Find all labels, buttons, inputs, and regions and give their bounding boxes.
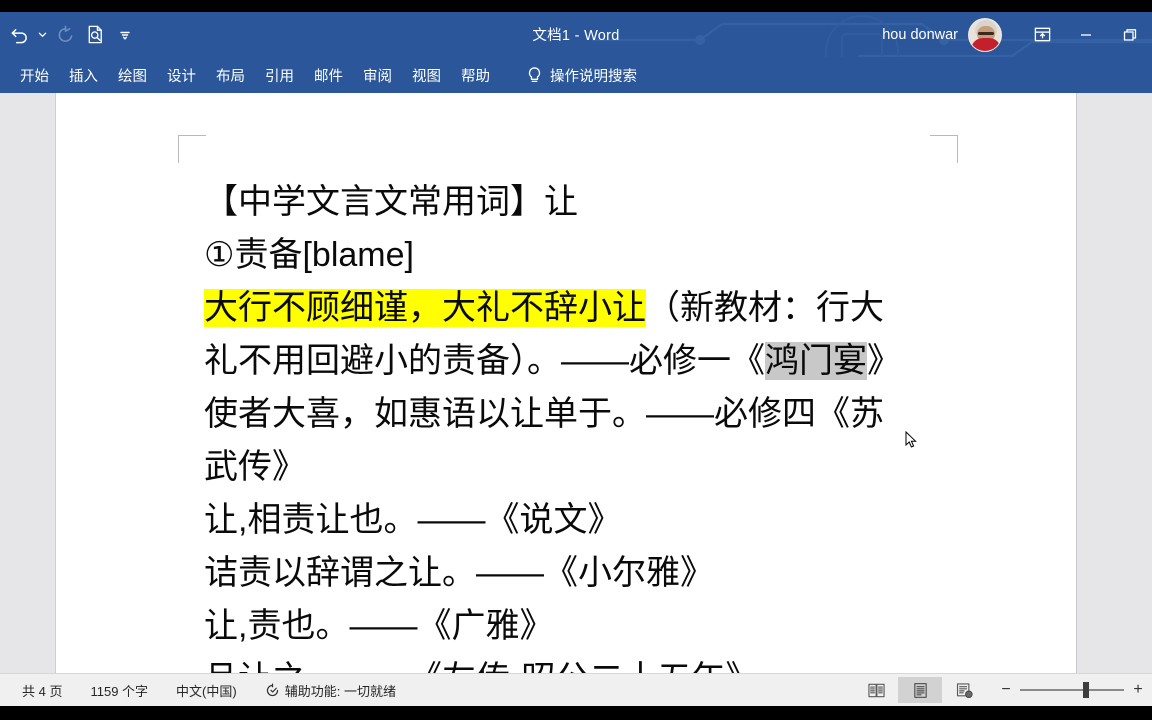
zoom-in-button[interactable]: + bbox=[1132, 682, 1144, 698]
text-run: 让,责也。——《广雅》 bbox=[204, 607, 554, 645]
quick-access-toolbar bbox=[0, 12, 140, 57]
customize-quick-access-toolbar-icon bbox=[120, 31, 130, 40]
tab-insert[interactable]: 插入 bbox=[59, 57, 108, 93]
document-text-body[interactable]: 【中学文言文常用词】让 ①责备[blame] 大行不顾细谨，大礼不辞小让（新教材… bbox=[204, 176, 964, 673]
text-run: 且让之。——《左传·昭公二十五年》 bbox=[204, 660, 759, 673]
tab-mailings[interactable]: 邮件 bbox=[304, 57, 353, 93]
text-run: 诘责以辞谓之让。——《小尔雅》 bbox=[204, 554, 714, 592]
tab-layout[interactable]: 布局 bbox=[206, 57, 255, 93]
text-boundary-corner-top-left bbox=[178, 135, 206, 163]
tell-me-search[interactable]: 操作说明搜索 bbox=[526, 65, 637, 86]
status-bar-left: 共 4 页 1159 个字 中文(中国) 辅助功能: 一切就绪 bbox=[0, 681, 410, 700]
document-line: 武传》 bbox=[204, 441, 964, 494]
restore-down-button[interactable] bbox=[1108, 12, 1152, 57]
minimize-icon bbox=[1081, 33, 1091, 36]
tab-help[interactable]: 帮助 bbox=[451, 57, 500, 93]
zoom-slider-thumb[interactable] bbox=[1083, 682, 1089, 698]
zoom-slider-track[interactable] bbox=[1020, 682, 1124, 698]
account-and-window-controls: hou donwar bbox=[882, 12, 1152, 57]
print-preview-button[interactable] bbox=[80, 19, 110, 51]
chevron-down-icon bbox=[38, 32, 46, 37]
text-run: 让,相责让也。——《说文》 bbox=[204, 501, 622, 539]
ribbon-tab-bar: 开始 插入 绘图 设计 布局 引用 邮件 审阅 视图 帮助 操作说明搜索 bbox=[0, 57, 1152, 93]
avatar-eyes bbox=[978, 31, 994, 35]
text-run: ①责备[blame] bbox=[204, 236, 414, 274]
tab-view[interactable]: 视图 bbox=[402, 57, 451, 93]
status-page-count[interactable]: 共 4 页 bbox=[8, 681, 76, 700]
highlighted-text-run: 大行不顾细谨，大礼不辞小让 bbox=[204, 289, 646, 327]
tab-design[interactable]: 设计 bbox=[157, 57, 206, 93]
view-web-layout-button[interactable] bbox=[942, 677, 986, 703]
document-line: ①责备[blame] bbox=[204, 229, 964, 282]
text-run: 使者大喜，如惠语以让单于。——必修四《苏 bbox=[204, 395, 884, 433]
print-layout-icon bbox=[913, 682, 927, 698]
tab-references[interactable]: 引用 bbox=[255, 57, 304, 93]
document-line: 使者大喜，如惠语以让单于。——必修四《苏 bbox=[204, 388, 964, 441]
status-word-count[interactable]: 1159 个字 bbox=[76, 681, 162, 700]
text-run: 礼不用回避小的责备）。——必修一《 bbox=[204, 342, 765, 380]
redo-icon bbox=[58, 25, 72, 42]
avatar[interactable] bbox=[968, 17, 1002, 52]
ribbon-display-options-button[interactable] bbox=[1020, 12, 1064, 57]
tab-home[interactable]: 开始 bbox=[10, 57, 59, 93]
document-line: 且让之。——《左传·昭公二十五年》 bbox=[204, 653, 964, 673]
text-run: 武传》 bbox=[204, 448, 306, 486]
status-language[interactable]: 中文(中国) bbox=[162, 681, 251, 700]
status-accessibility[interactable]: 辅助功能: 一切就绪 bbox=[251, 681, 410, 700]
selected-text-run: 鸿门宴 bbox=[765, 342, 867, 380]
tab-draw[interactable]: 绘图 bbox=[108, 57, 157, 93]
document-line: 礼不用回避小的责备）。——必修一《鸿门宴》 bbox=[204, 335, 964, 388]
title-bar: 文档1 - Word hou donwar bbox=[0, 12, 1152, 57]
tab-review[interactable]: 审阅 bbox=[353, 57, 402, 93]
lightbulb-icon bbox=[528, 66, 541, 82]
text-run: 》 bbox=[867, 342, 901, 380]
word-application-window: 文档1 - Word hou donwar 开始 插入 绘图 设计 布局 引用 … bbox=[0, 0, 1152, 720]
undo-button[interactable] bbox=[4, 19, 34, 51]
status-accessibility-label: 辅助功能: 一切就绪 bbox=[284, 683, 396, 699]
undo-dropdown-button[interactable] bbox=[34, 19, 50, 51]
status-bar: 共 4 页 1159 个字 中文(中国) 辅助功能: 一切就绪 − + bbox=[0, 673, 1152, 706]
restore-down-icon bbox=[1123, 28, 1137, 41]
document-canvas: 【中学文言文常用词】让 ①责备[blame] 大行不顾细谨，大礼不辞小让（新教材… bbox=[0, 93, 1152, 673]
tell-me-label: 操作说明搜索 bbox=[550, 68, 637, 85]
text-boundary-corner-top-right bbox=[930, 135, 958, 163]
view-read-mode-button[interactable] bbox=[854, 677, 898, 703]
customize-quick-access-toolbar-button[interactable] bbox=[110, 19, 140, 51]
zoom-out-button[interactable]: − bbox=[1000, 682, 1012, 698]
ribbon-display-options-icon bbox=[1034, 27, 1050, 42]
status-bar-right: − + bbox=[854, 677, 1152, 703]
zoom-slider-control[interactable]: − + bbox=[1000, 682, 1144, 698]
document-line: 大行不顾细谨，大礼不辞小让（新教材：行大 bbox=[204, 282, 964, 335]
document-page[interactable]: 【中学文言文常用词】让 ①责备[blame] 大行不顾细谨，大礼不辞小让（新教材… bbox=[55, 93, 1077, 673]
document-line: 让,责也。——《广雅》 bbox=[204, 600, 964, 653]
letterbox-bottom bbox=[0, 706, 1152, 720]
document-line: 诘责以辞谓之让。——《小尔雅》 bbox=[204, 547, 964, 600]
minimize-button[interactable] bbox=[1064, 12, 1108, 57]
read-mode-icon bbox=[867, 683, 885, 697]
accessibility-checker-icon bbox=[266, 683, 278, 696]
text-run: （新教材：行大 bbox=[646, 289, 884, 327]
undo-icon bbox=[11, 28, 27, 44]
document-line: 让,相责让也。——《说文》 bbox=[204, 494, 964, 547]
account-name[interactable]: hou donwar bbox=[882, 27, 958, 43]
letterbox-top bbox=[0, 0, 1152, 12]
document-line: 【中学文言文常用词】让 bbox=[204, 176, 964, 229]
avatar-body bbox=[971, 37, 1001, 51]
print-preview-icon bbox=[88, 25, 102, 44]
web-layout-icon bbox=[956, 682, 973, 698]
view-print-layout-button[interactable] bbox=[898, 677, 942, 703]
redo-button[interactable] bbox=[50, 19, 80, 51]
text-run: 【中学文言文常用词】让 bbox=[204, 183, 578, 221]
